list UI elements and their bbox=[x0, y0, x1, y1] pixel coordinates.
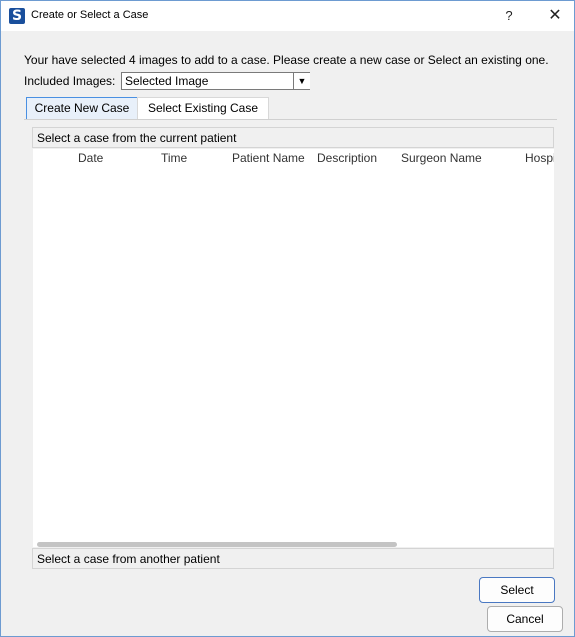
instruction-message: Your have selected 4 images to add to a … bbox=[24, 53, 549, 67]
title-bar: S Create or Select a Case ? ✕ bbox=[1, 1, 574, 31]
close-button[interactable]: ✕ bbox=[541, 5, 569, 27]
column-header-hospital[interactable]: Hospi bbox=[525, 151, 554, 165]
included-images-dropdown[interactable]: Selected Image ▼ bbox=[121, 72, 310, 90]
cancel-button[interactable]: Cancel bbox=[487, 606, 563, 632]
chevron-down-icon[interactable]: ▼ bbox=[293, 73, 310, 89]
column-header-time[interactable]: Time bbox=[161, 151, 187, 165]
select-button[interactable]: Select bbox=[479, 577, 555, 603]
cases-table[interactable]: ˇ Date Time Patient Name Description Sur… bbox=[33, 149, 554, 547]
column-header-patient-name[interactable]: Patient Name bbox=[232, 151, 305, 165]
dialog-window: S Create or Select a Case ? ✕ Your have … bbox=[0, 0, 575, 637]
column-header-surgeon-name[interactable]: Surgeon Name bbox=[401, 151, 482, 165]
included-images-value: Selected Image bbox=[125, 74, 209, 88]
included-images-label: Included Images: bbox=[24, 74, 116, 88]
table-header-row: ˇ Date Time Patient Name Description Sur… bbox=[33, 149, 554, 167]
window-title: Create or Select a Case bbox=[31, 9, 149, 21]
horizontal-scrollbar[interactable] bbox=[33, 541, 554, 547]
column-header-date[interactable]: Date bbox=[78, 151, 103, 165]
help-button[interactable]: ? bbox=[495, 5, 523, 27]
tab-select-existing-case[interactable]: Select Existing Case bbox=[137, 97, 269, 119]
case-panel: Select a case from the current patient ˇ… bbox=[24, 119, 557, 605]
scrollbar-thumb[interactable] bbox=[37, 542, 397, 547]
tab-create-new-case[interactable]: Create New Case bbox=[26, 97, 138, 119]
column-header-description[interactable]: Description bbox=[317, 151, 377, 165]
app-logo-icon: S bbox=[9, 8, 25, 24]
other-patient-section-header[interactable]: Select a case from another patient bbox=[32, 548, 554, 569]
current-patient-section-header[interactable]: Select a case from the current patient bbox=[32, 127, 554, 148]
